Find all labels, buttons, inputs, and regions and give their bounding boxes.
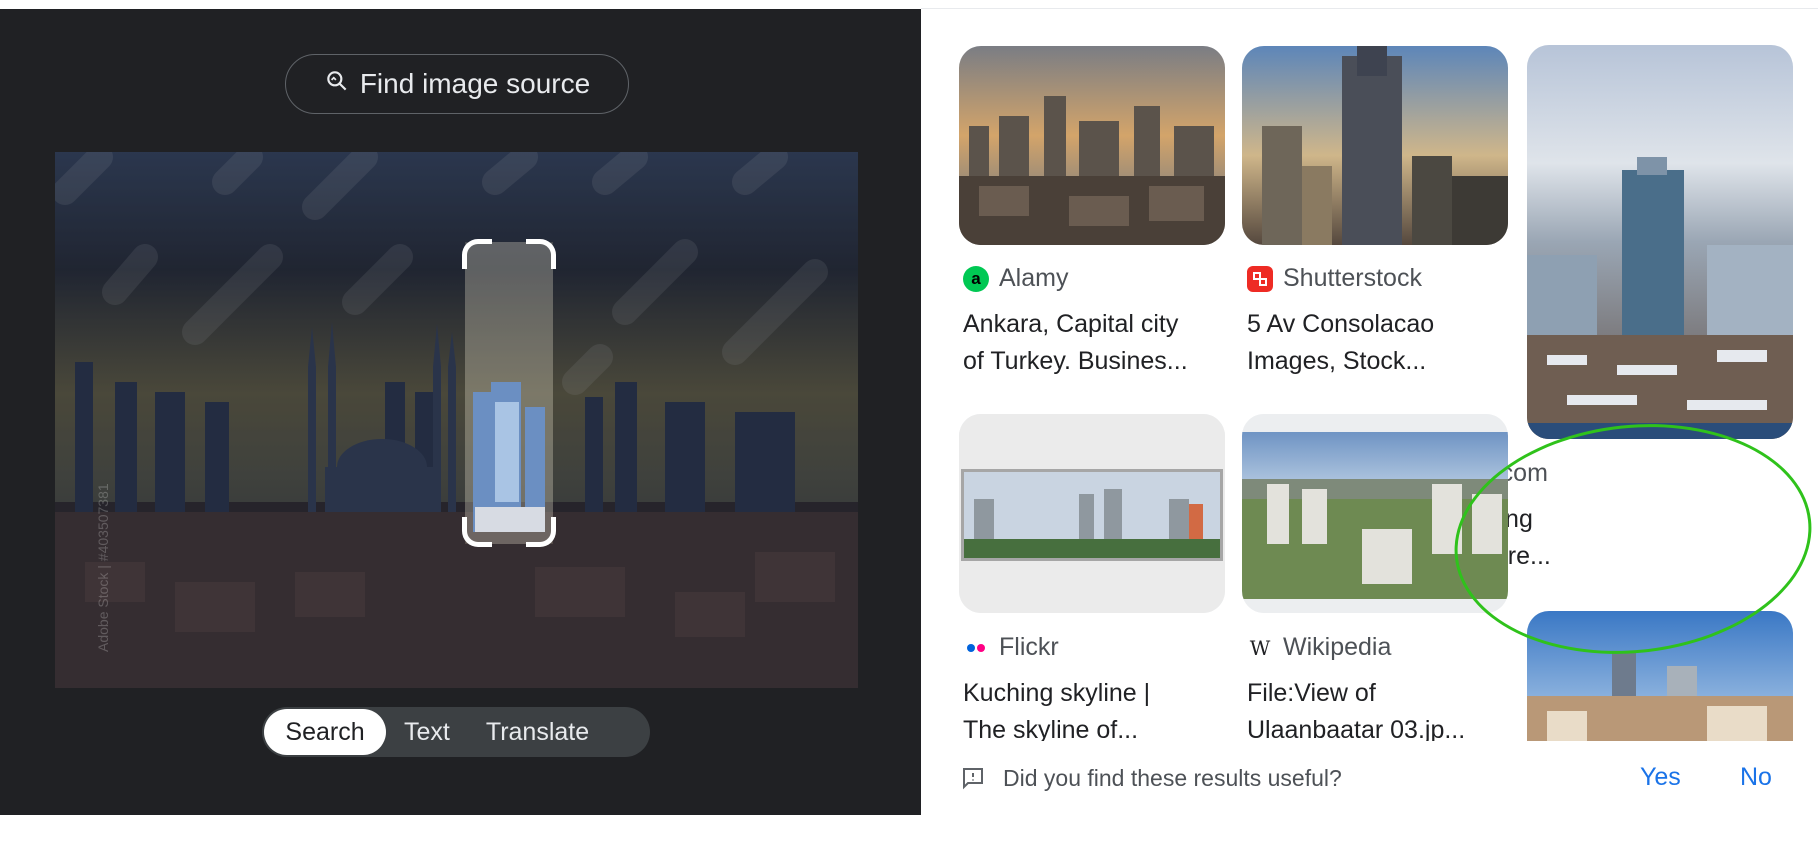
shutterstock-icon (1247, 265, 1273, 292)
result-title-line: The skyline of... (963, 716, 1139, 741)
result-source[interactable]: Flickr (963, 633, 1059, 662)
result-title-line: Kuching skyline | (963, 679, 1151, 707)
feedback-question: Did you find these results useful? (1003, 765, 1342, 791)
alamy-icon: a (963, 265, 989, 292)
query-panel: Find image source Adobe Stock | #4035073… (0, 9, 921, 815)
result-title-line: of Turkey. Busines... (963, 347, 1188, 375)
tab-text[interactable]: Text (386, 709, 468, 755)
stock-watermark: Adobe Stock | #403507381 (95, 483, 111, 652)
result-thumbnail[interactable] (959, 46, 1225, 245)
result-title[interactable]: 5 Av Consolacao Images, Stock... (1247, 306, 1517, 380)
result-title-line: Ankara, Capital city (963, 310, 1179, 338)
feedback-yes-button[interactable]: Yes (1640, 763, 1681, 792)
result-source-name: Alamy (999, 264, 1069, 292)
result-source-name: Flickr (999, 633, 1059, 661)
feedback-icon (961, 766, 985, 790)
query-image: Adobe Stock | #403507381 (55, 152, 858, 688)
tab-translate[interactable]: Translate (468, 709, 607, 755)
result-title[interactable]: File:View of Ulaanbaatar 03.jp... (1247, 675, 1517, 741)
result-title[interactable]: Kuching skyline | The skyline of... (963, 675, 1233, 741)
result-title-line: Images, Stock... (1247, 347, 1427, 375)
flickr-icon (963, 635, 989, 661)
feedback-bar: Did you find these results useful? Yes N… (921, 741, 1818, 815)
lens-mode-tabs: Search Text Translate (262, 707, 650, 757)
crop-selection[interactable] (465, 242, 553, 544)
crop-corner-top-right[interactable] (526, 239, 556, 269)
result-source-name: Shutterstock (1283, 264, 1422, 292)
result-thumbnail[interactable] (1527, 45, 1793, 439)
find-image-source-button[interactable]: Find image source (285, 54, 629, 114)
result-title-line: Ulaanbaatar 03.jp... (1247, 716, 1466, 741)
result-thumbnail[interactable] (1242, 46, 1508, 245)
tab-search[interactable]: Search (264, 709, 386, 755)
image-search-icon (324, 68, 350, 101)
result-title-line: File:View of (1247, 679, 1376, 707)
result-source[interactable]: Shutterstock (1247, 264, 1422, 293)
dim-overlay (55, 152, 858, 688)
crop-corner-top-left[interactable] (462, 239, 492, 269)
crop-corner-bottom-left[interactable] (462, 517, 492, 547)
result-source[interactable]: W Wikipedia (1247, 633, 1392, 662)
wikipedia-icon: W (1249, 635, 1271, 660)
result-title-line: 5 Av Consolacao (1247, 310, 1435, 338)
result-source-name: Wikipedia (1283, 633, 1392, 661)
feedback-no-button[interactable]: No (1740, 763, 1772, 792)
find-image-source-label: Find image source (359, 68, 591, 99)
result-title[interactable]: Ankara, Capital city of Turkey. Busines.… (963, 306, 1233, 380)
result-thumbnail[interactable] (959, 414, 1225, 613)
result-source[interactable]: a Alamy (963, 264, 1068, 293)
google-lens-screen: Find image source Adobe Stock | #4035073… (0, 0, 1818, 847)
